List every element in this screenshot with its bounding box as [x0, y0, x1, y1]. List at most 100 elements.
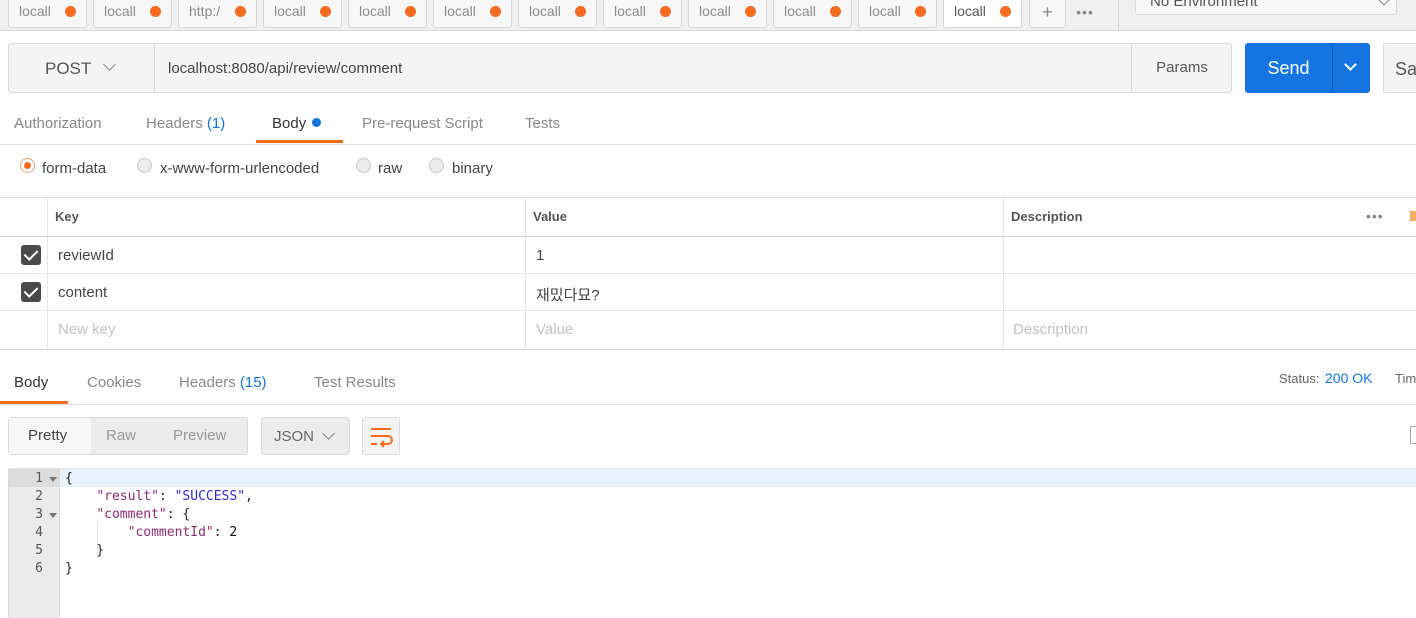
request-tab[interactable]: locall — [348, 0, 427, 28]
radio-label[interactable]: form-data — [42, 160, 106, 177]
tab-response-headers[interactable]: Headers (15) — [179, 374, 267, 391]
request-tab[interactable]: locall — [263, 0, 342, 28]
request-tab[interactable]: locall — [93, 0, 172, 28]
view-pretty-button[interactable]: Pretty — [9, 418, 91, 454]
table-header: Key Value Description ••• — [0, 198, 1416, 237]
response-code-view[interactable]: 1 2 3 4 5 6 { "result": "SUCCESS", "comm… — [8, 468, 1416, 618]
headers-count: (15) — [239, 374, 267, 391]
params-button[interactable]: Params — [1131, 44, 1232, 92]
radio-binary[interactable] — [429, 158, 444, 173]
code-line: { — [65, 471, 73, 486]
url-input[interactable] — [156, 44, 1131, 92]
status-code[interactable]: 200 OK — [1325, 370, 1372, 386]
chevron-down-icon — [1378, 0, 1390, 6]
value-cell[interactable]: 재밌다묘? — [536, 284, 600, 305]
tab-more-icon[interactable]: ••• — [1070, 4, 1100, 22]
request-tab-active[interactable]: locall — [943, 0, 1022, 28]
line-number: 5 — [35, 543, 43, 558]
radio-label[interactable]: binary — [452, 160, 493, 177]
request-tab[interactable]: locall — [518, 0, 597, 28]
response-tabs: Body Cookies Headers (15) Test Results — [0, 350, 1416, 405]
tab-test-results[interactable]: Test Results — [314, 374, 396, 391]
request-tab[interactable]: locall — [603, 0, 682, 28]
tab-label: locall — [614, 3, 646, 19]
tab-label: Pre-request Script — [362, 115, 483, 132]
send-button[interactable]: Send — [1245, 43, 1332, 93]
row-enabled-checkbox[interactable] — [21, 282, 41, 302]
line-number: 6 — [35, 561, 43, 576]
send-options-button[interactable] — [1332, 43, 1370, 93]
response-view-toggle: Pretty Raw Preview — [8, 417, 248, 455]
new-description-input[interactable]: Description — [1013, 321, 1088, 338]
radio-form-data[interactable] — [20, 158, 35, 173]
wrap-lines-button[interactable] — [362, 417, 400, 455]
tab-cookies[interactable]: Cookies — [87, 374, 141, 391]
line-number: 4 — [35, 525, 43, 540]
fold-arrow-icon[interactable] — [49, 477, 57, 482]
request-tab[interactable]: locall — [433, 0, 512, 28]
json-key: "comment" — [96, 507, 167, 522]
request-tab[interactable]: locall — [773, 0, 852, 28]
tab-label: locall — [784, 3, 816, 19]
request-tab[interactable]: locall — [858, 0, 937, 28]
active-line-highlight — [60, 469, 1416, 487]
tab-response-body[interactable]: Body — [14, 374, 48, 391]
chevron-down-icon — [1344, 58, 1357, 71]
tab-pre-request-script[interactable]: Pre-request Script — [362, 115, 483, 132]
code-line: "result": "SUCCESS", — [96, 489, 253, 504]
tab-label: Headers — [179, 374, 236, 391]
tab-tests[interactable]: Tests — [525, 115, 560, 132]
unsaved-dot-icon — [405, 6, 416, 17]
request-tab[interactable]: locall — [688, 0, 767, 28]
radio-label[interactable]: raw — [378, 160, 402, 177]
table-options-icon[interactable]: ••• — [1366, 208, 1384, 224]
radio-raw[interactable] — [356, 158, 371, 173]
view-raw-button[interactable]: Raw — [106, 418, 146, 454]
tab-body[interactable]: Body — [272, 115, 322, 132]
unsaved-dot-icon — [235, 6, 246, 17]
request-tab[interactable]: http:/ — [178, 0, 257, 28]
code-line: } — [65, 543, 105, 558]
view-preview-button[interactable]: Preview — [173, 418, 243, 454]
unsaved-dot-icon — [745, 6, 756, 17]
new-value-input[interactable]: Value — [536, 321, 573, 338]
wrap-lines-icon — [371, 428, 393, 448]
tab-label: Headers — [146, 115, 203, 132]
copy-icon[interactable] — [1410, 426, 1416, 444]
tab-label: http:/ — [189, 3, 221, 19]
tab-label: locall — [869, 3, 901, 19]
tab-label: Tests — [525, 115, 561, 132]
line-number: 2 — [35, 489, 43, 504]
request-tab[interactable]: locall — [8, 0, 87, 28]
request-bar: POST Params — [8, 43, 1232, 93]
fold-arrow-icon[interactable] — [49, 513, 57, 518]
save-button[interactable]: Save — [1383, 43, 1416, 93]
format-select[interactable]: JSON — [261, 417, 350, 455]
key-cell[interactable]: content — [58, 284, 107, 301]
column-header-value: Value — [533, 209, 567, 224]
radio-label[interactable]: x-www-form-urlencoded — [160, 160, 319, 177]
tab-authorization[interactable]: Authorization — [14, 115, 102, 132]
method-select[interactable]: POST — [9, 44, 155, 92]
row-enabled-checkbox[interactable] — [21, 245, 41, 265]
method-label: POST — [45, 59, 92, 78]
table-row: content 재밌다묘? — [0, 274, 1416, 311]
chevron-down-icon — [322, 427, 335, 440]
new-key-input[interactable]: New key — [58, 321, 116, 338]
time-label: Time — [1395, 371, 1416, 386]
new-tab-button[interactable]: + — [1029, 0, 1066, 28]
bulk-edit-icon[interactable] — [1410, 211, 1416, 221]
environment-select[interactable]: No Environment — [1135, 0, 1397, 15]
chevron-down-icon — [103, 58, 116, 71]
line-number: 3 — [35, 507, 43, 522]
json-number: 2 — [229, 525, 238, 540]
key-cell[interactable]: reviewId — [58, 247, 114, 264]
body-type-selector: form-data x-www-form-urlencoded raw bina… — [0, 146, 1416, 198]
tab-headers[interactable]: Headers (1) — [146, 115, 225, 132]
status-label: Status: — [1279, 371, 1320, 386]
value-cell[interactable]: 1 — [536, 247, 544, 264]
unsaved-dot-icon — [65, 6, 76, 17]
radio-x-www-form-urlencoded[interactable] — [137, 158, 152, 173]
tab-label: locall — [444, 3, 476, 19]
format-label: JSON — [274, 428, 315, 445]
